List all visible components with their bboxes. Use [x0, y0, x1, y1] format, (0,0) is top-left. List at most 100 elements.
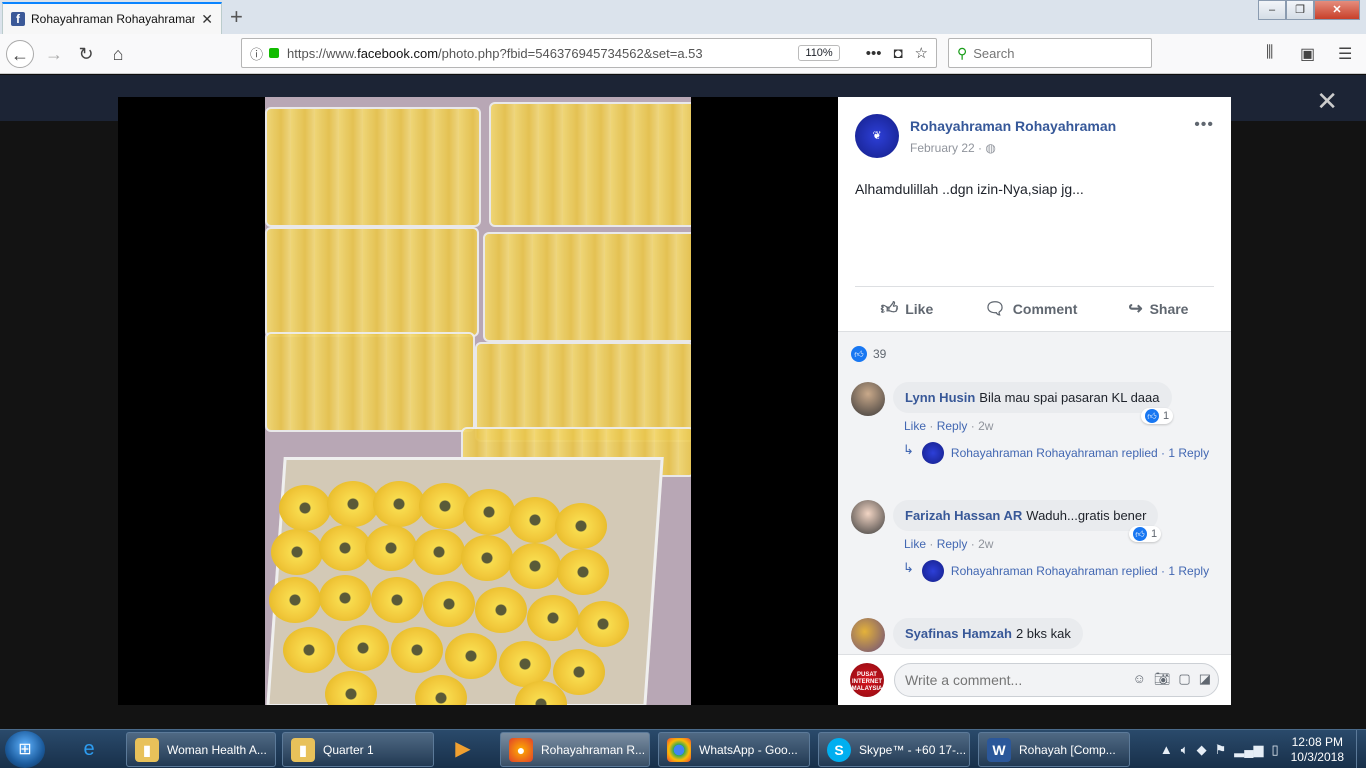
- cookie: [527, 595, 579, 641]
- replies-link[interactable]: ↳ Rohayahraman Rohayahraman replied · 1 …: [903, 442, 1213, 464]
- start-button[interactable]: ⊞: [5, 731, 45, 768]
- menu-icon[interactable]: ☰: [1338, 44, 1352, 64]
- comment-bubble: Syafinas Hamzah 2 bks kak: [893, 618, 1083, 649]
- chrome-icon: [667, 737, 691, 762]
- secure-lock-icon: [269, 48, 280, 58]
- cookie: [269, 577, 321, 623]
- comments-section: 👍︎ 39 Lynn Husin Bila mau spai pasaran KL…: [838, 331, 1231, 654]
- show-desktop-button[interactable]: [1356, 730, 1366, 768]
- volume-icon[interactable]: 🔈︎: [1181, 742, 1189, 758]
- page-actions-icon[interactable]: •••: [866, 45, 882, 62]
- reload-button[interactable]: ↻: [72, 40, 100, 68]
- cookie-container: [265, 107, 481, 227]
- facebook-favicon-icon: f: [11, 12, 25, 26]
- post-date[interactable]: February 22 · ◍: [910, 141, 996, 155]
- replies-link[interactable]: ↳ Rohayahraman Rohayahraman replied · 1 …: [903, 560, 1213, 582]
- commenter-name[interactable]: Farizah Hassan AR: [905, 508, 1022, 523]
- tray-expand-icon[interactable]: ▲: [1160, 742, 1173, 757]
- taskbar-item-firefox[interactable]: ● Rohayahraman R...: [500, 732, 650, 767]
- search-input[interactable]: [973, 45, 1150, 61]
- cookie: [319, 525, 371, 571]
- library-icon[interactable]: ⫼: [1266, 44, 1273, 62]
- replier-avatar: [921, 442, 944, 464]
- like-button[interactable]: 👍︎ Like: [880, 298, 933, 319]
- comment-like-link[interactable]: Like: [904, 537, 926, 551]
- comment-reply-link[interactable]: Reply: [937, 419, 968, 433]
- cookie: [319, 575, 371, 621]
- taskbar-item-word[interactable]: W Rohayah [Comp...: [978, 732, 1130, 767]
- cookie: [391, 627, 443, 673]
- browser-tab[interactable]: f Rohayahraman Rohayahraman ✕: [2, 2, 222, 34]
- comment-item: Syafinas Hamzah 2 bks kak: [851, 618, 1221, 654]
- taskbar-item-explorer-woman-health[interactable]: ▮ Woman Health A...: [126, 732, 276, 767]
- author-avatar[interactable]: ❦: [855, 114, 899, 158]
- sidebar-icon[interactable]: ▣: [1300, 44, 1315, 64]
- internet-explorer-icon[interactable]: e: [72, 734, 106, 764]
- comment-reply-link[interactable]: Reply: [937, 537, 968, 551]
- zoom-indicator[interactable]: 110%: [798, 45, 840, 61]
- comment-age[interactable]: 2w: [978, 419, 993, 433]
- network-signal-icon[interactable]: ▂▄▆: [1234, 742, 1263, 758]
- gif-icon[interactable]: ▢: [1178, 671, 1190, 687]
- browser-navbar: ← → ↻ ⌂ ⓘ https://www.facebook.com/photo…: [0, 34, 1366, 74]
- dropbox-icon[interactable]: ◆: [1197, 742, 1207, 758]
- cookie-container: [265, 227, 479, 337]
- like-count[interactable]: 👍︎ 39: [851, 346, 886, 362]
- comment-reactions[interactable]: 👍︎ 1: [1129, 526, 1162, 542]
- commenter-avatar[interactable]: [851, 500, 885, 534]
- home-button[interactable]: ⌂: [104, 40, 132, 68]
- taskbar-item-chrome[interactable]: WhatsApp - Goo...: [658, 732, 810, 767]
- comment-meta: Like · Reply · 2w: [904, 419, 994, 433]
- comment-reactions[interactable]: 👍︎ 1: [1141, 408, 1174, 424]
- pocket-icon[interactable]: ◘: [893, 45, 902, 62]
- cookie: [373, 481, 425, 527]
- commenter-avatar[interactable]: [851, 382, 885, 416]
- commenter-avatar[interactable]: [851, 618, 885, 652]
- back-button[interactable]: ←: [6, 40, 34, 68]
- taskbar-item-explorer-quarter[interactable]: ▮ Quarter 1: [282, 732, 434, 767]
- system-clock[interactable]: 12:08 PM 10/3/2018: [1291, 735, 1344, 765]
- share-button[interactable]: ↪ Share: [1128, 299, 1188, 319]
- camera-icon[interactable]: 📷︎: [1154, 671, 1171, 687]
- like-reaction-icon: 👍︎: [1133, 527, 1147, 541]
- comment-bubble: Farizah Hassan AR Waduh...gratis bener: [893, 500, 1159, 531]
- site-info-icon[interactable]: ⓘ: [250, 44, 263, 63]
- like-reaction-icon: 👍︎: [851, 346, 867, 362]
- comment-composer: PUSATINTERNETMALAYSIA ☺ 📷︎ ▢ ◪: [838, 654, 1231, 705]
- tab-close-icon[interactable]: ✕: [201, 11, 213, 28]
- comment-button[interactable]: 🗨︎ Comment: [984, 299, 1077, 319]
- emoji-icon[interactable]: ☺: [1133, 671, 1146, 687]
- cookie: [557, 549, 609, 595]
- tab-title: Rohayahraman Rohayahraman: [31, 12, 196, 26]
- new-tab-icon[interactable]: +: [230, 4, 243, 30]
- search-bar[interactable]: ⚲: [948, 38, 1152, 68]
- like-reaction-icon: 👍︎: [1145, 409, 1159, 423]
- post-options-icon[interactable]: •••: [1194, 116, 1214, 134]
- post-text: Alhamdulillah ..dgn izin-Nya,siap jg...: [855, 181, 1084, 197]
- cookie-container: [265, 332, 475, 432]
- cookie: [461, 535, 513, 581]
- sticker-icon[interactable]: ◪: [1199, 671, 1211, 687]
- window-close-button[interactable]: ✕: [1314, 0, 1360, 20]
- post-photo[interactable]: [265, 97, 691, 705]
- maximize-button[interactable]: ❐: [1286, 0, 1314, 20]
- forward-button[interactable]: →: [40, 40, 68, 68]
- action-center-flag-icon[interactable]: ⚑: [1215, 742, 1227, 758]
- battery-icon[interactable]: ▯: [1271, 742, 1278, 758]
- comment-text: Bila mau spai pasaran KL daaa: [979, 390, 1160, 405]
- url-text[interactable]: https://www.facebook.com/photo.php?fbid=…: [287, 46, 792, 61]
- theater-close-icon[interactable]: ✕: [1316, 86, 1338, 117]
- commenter-name[interactable]: Lynn Husin: [905, 390, 975, 405]
- comment-age[interactable]: 2w: [978, 537, 993, 551]
- comment-like-link[interactable]: Like: [904, 419, 926, 433]
- current-user-avatar[interactable]: PUSAT INTERNET MALAYSIA: [850, 663, 884, 697]
- url-bar[interactable]: ⓘ https://www.facebook.com/photo.php?fbi…: [241, 38, 937, 68]
- composer-tools: ☺ 📷︎ ▢ ◪: [1133, 671, 1211, 687]
- minimize-button[interactable]: –: [1258, 0, 1286, 20]
- taskbar-item-skype[interactable]: S Skype™ - +60 17-...: [818, 732, 970, 767]
- author-name[interactable]: Rohayahraman Rohayahraman: [910, 118, 1116, 134]
- comment-icon: 🗨︎: [984, 298, 1006, 318]
- media-player-icon[interactable]: ▶: [446, 734, 480, 764]
- commenter-name[interactable]: Syafinas Hamzah: [905, 626, 1012, 641]
- bookmark-star-icon[interactable]: ☆: [915, 44, 928, 62]
